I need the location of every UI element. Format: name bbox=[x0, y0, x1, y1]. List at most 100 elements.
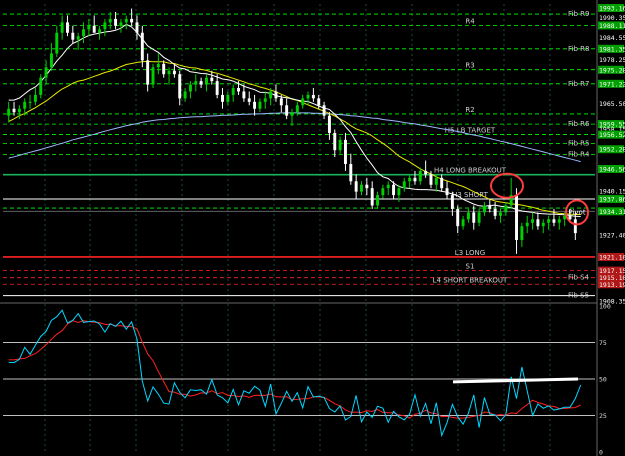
candle-body bbox=[322, 105, 326, 116]
price-tick-label: 1978.25 bbox=[599, 56, 625, 64]
candle-body bbox=[440, 177, 444, 189]
candle-body bbox=[477, 212, 481, 223]
price-axis[interactable]: 1993.161990.351988.111984.551981.351978.… bbox=[596, 0, 625, 456]
candle-body bbox=[28, 101, 32, 103]
candle-body bbox=[531, 219, 535, 223]
candle-body bbox=[146, 60, 150, 85]
candle-body bbox=[445, 188, 449, 196]
price-tick-label: 1975.28 bbox=[599, 66, 625, 74]
candle-body bbox=[536, 219, 540, 227]
level-label: H4 LONG BREAKOUT bbox=[434, 167, 507, 175]
candle-body bbox=[370, 188, 374, 206]
level-label: Fib R8 bbox=[568, 45, 589, 53]
candle-body bbox=[429, 174, 433, 185]
candle-body bbox=[231, 88, 235, 95]
candle-body bbox=[279, 98, 283, 106]
candle-body bbox=[263, 98, 267, 102]
candle-body bbox=[172, 70, 176, 75]
candle-body bbox=[274, 91, 278, 99]
candle-body bbox=[424, 170, 428, 175]
candle-body bbox=[119, 22, 123, 26]
candle-body bbox=[204, 77, 208, 85]
candle-body bbox=[7, 108, 11, 116]
candle-body bbox=[557, 219, 561, 223]
candle-body bbox=[124, 18, 128, 23]
candle-body bbox=[199, 81, 203, 85]
candle-body bbox=[461, 219, 465, 227]
candle-body bbox=[151, 67, 155, 85]
candle-body bbox=[568, 215, 572, 220]
candle-body bbox=[44, 67, 48, 78]
background bbox=[0, 0, 625, 456]
pivot-label: Pivot bbox=[568, 208, 585, 216]
candle-body bbox=[194, 81, 198, 85]
candle-body bbox=[253, 101, 257, 109]
candle-body bbox=[317, 98, 321, 106]
level-label: H3 SHORT bbox=[452, 191, 489, 199]
candle-body bbox=[456, 208, 460, 227]
price-tick-label: 1952.28 bbox=[599, 146, 625, 154]
candle-body bbox=[434, 177, 438, 185]
chart-canvas: Fib R9R4Fib R8R3Fib R7R2Fib R6H5 LB TARG… bbox=[0, 0, 625, 456]
candle-body bbox=[360, 184, 363, 192]
level-label: R4 bbox=[465, 17, 475, 25]
level-label: Fib R7 bbox=[568, 80, 589, 88]
candle-body bbox=[66, 22, 69, 33]
candle-body bbox=[237, 88, 241, 92]
indicator-tick-label: 50 bbox=[599, 376, 607, 384]
candle-body bbox=[450, 195, 454, 209]
candle-body bbox=[221, 94, 224, 102]
candle-body bbox=[162, 63, 166, 75]
candle-body bbox=[381, 188, 385, 196]
candle-body bbox=[183, 91, 187, 99]
level-label: Fib R6 bbox=[568, 120, 590, 128]
price-tick-label: 1981.35 bbox=[599, 45, 625, 53]
candle-body bbox=[178, 74, 182, 99]
candle-body bbox=[504, 205, 508, 213]
chart-window: Fib R9 R4 Fib R8 R3 Fib R7 R2 Fib R6 H5 LB TARG… bbox=[0, 0, 625, 456]
candle-body bbox=[349, 164, 353, 182]
candle-body bbox=[327, 115, 331, 133]
candle-body bbox=[541, 222, 545, 227]
candle-body bbox=[82, 29, 85, 37]
candle-body bbox=[525, 222, 529, 227]
candle-body bbox=[365, 184, 369, 189]
candle-body bbox=[295, 105, 299, 113]
candle-body bbox=[290, 112, 294, 116]
candle-body bbox=[60, 22, 64, 33]
level-label: R3 bbox=[465, 62, 474, 70]
price-tick-label: 1937.86 bbox=[599, 196, 625, 204]
price-tick-label: 1956.52 bbox=[599, 131, 625, 139]
price-tick-label: 1965.50 bbox=[599, 100, 625, 108]
candle-body bbox=[573, 219, 577, 234]
candle-body bbox=[392, 184, 396, 196]
candle-body bbox=[413, 177, 417, 182]
candle-body bbox=[98, 29, 102, 33]
candle-body bbox=[376, 195, 380, 206]
candle-body bbox=[140, 32, 144, 61]
candle-body bbox=[408, 177, 412, 182]
candle-body bbox=[92, 25, 96, 33]
level-label: L3 LONG bbox=[455, 249, 485, 257]
candle-body bbox=[12, 108, 16, 113]
candle-body bbox=[397, 188, 401, 196]
candle-body bbox=[87, 25, 91, 30]
candle-body bbox=[49, 53, 53, 68]
candle-body bbox=[33, 94, 37, 102]
candle-body bbox=[386, 184, 390, 189]
candle-body bbox=[210, 77, 214, 82]
level-label: R2 bbox=[465, 106, 474, 114]
candle-body bbox=[76, 36, 80, 40]
candle-body bbox=[343, 139, 347, 165]
level-label: Fib R4 bbox=[568, 150, 590, 158]
candle-body bbox=[311, 94, 315, 99]
price-tick-label: 1934.31 bbox=[599, 208, 625, 216]
indicator-tick-label: 75 bbox=[599, 339, 607, 347]
candle-body bbox=[488, 205, 492, 209]
candle-body bbox=[285, 105, 289, 116]
candle-body bbox=[301, 98, 305, 106]
price-tick-label: 1921.10 bbox=[599, 253, 625, 261]
indicator-tick-label: 25 bbox=[599, 412, 607, 420]
candle-body bbox=[269, 91, 273, 99]
candle-body bbox=[499, 212, 502, 216]
